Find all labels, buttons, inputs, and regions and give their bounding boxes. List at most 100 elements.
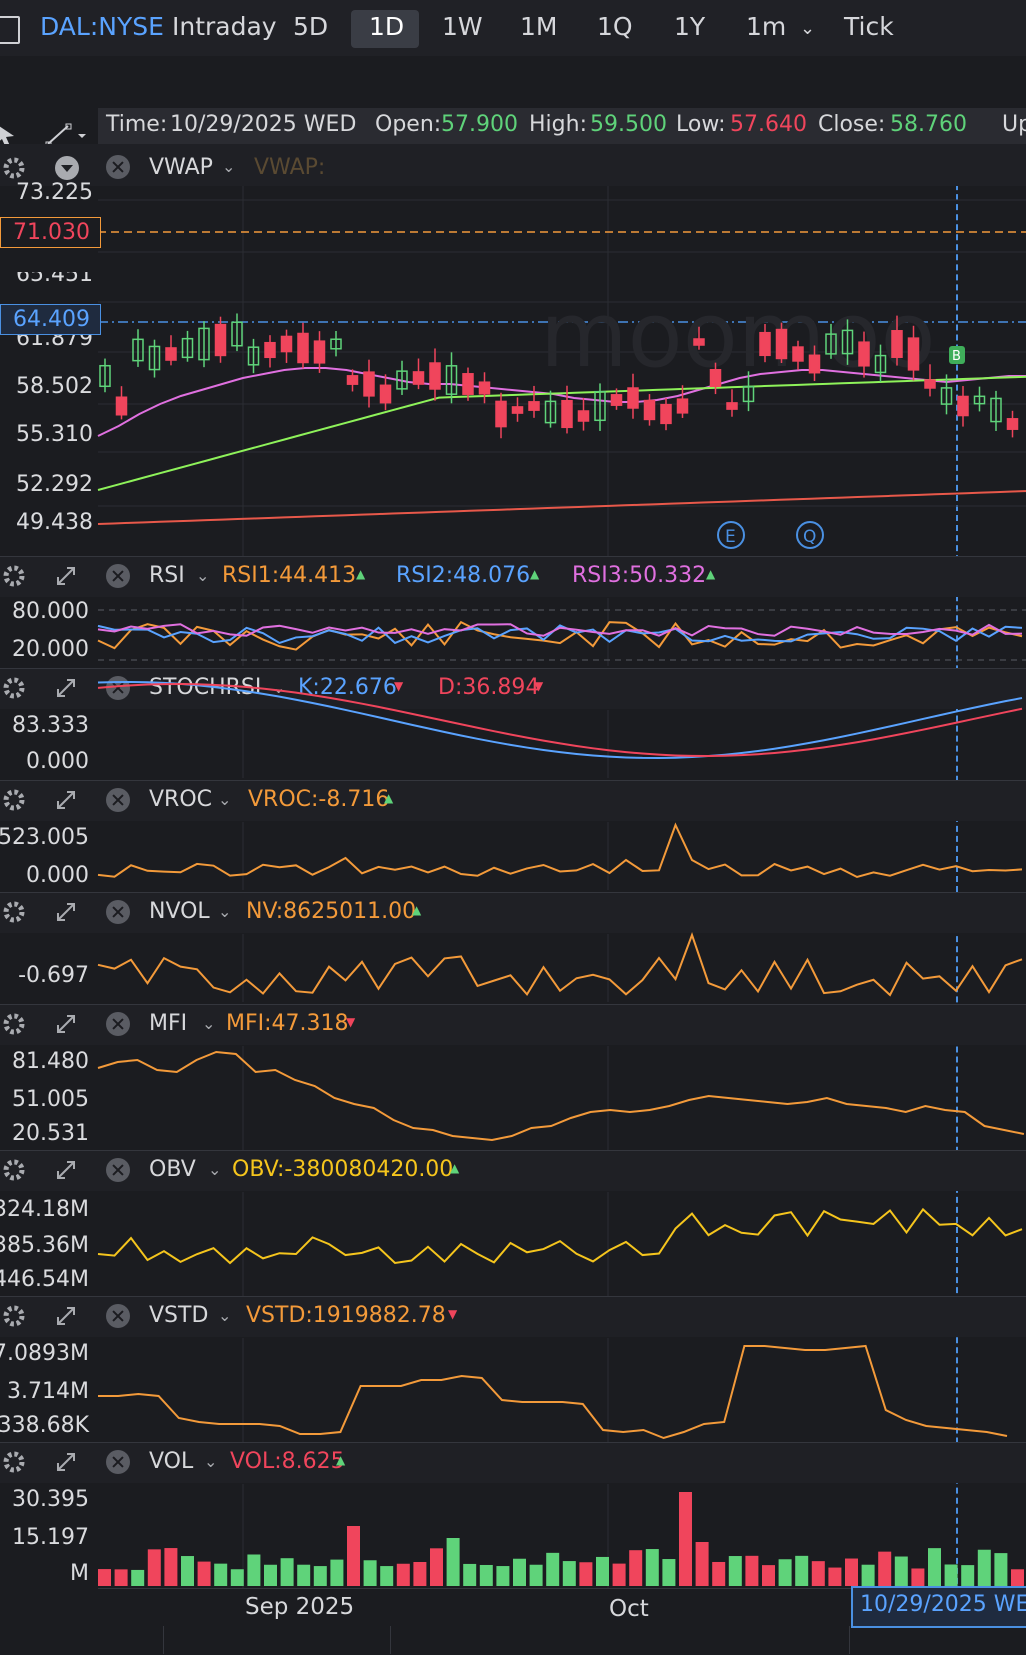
candle[interactable] bbox=[346, 375, 359, 385]
candle[interactable] bbox=[627, 387, 639, 409]
candle[interactable] bbox=[643, 399, 656, 421]
candle[interactable] bbox=[115, 396, 128, 416]
gear-icon[interactable] bbox=[2, 900, 26, 924]
candle[interactable] bbox=[660, 403, 672, 425]
candle[interactable] bbox=[792, 346, 804, 362]
volume-bar[interactable] bbox=[878, 1551, 892, 1586]
candle[interactable] bbox=[561, 399, 573, 429]
volume-bar[interactable] bbox=[612, 1563, 626, 1586]
volume-bar[interactable] bbox=[363, 1560, 377, 1586]
earnings-marker[interactable]: E bbox=[717, 521, 745, 549]
volume-bar[interactable] bbox=[596, 1556, 609, 1586]
volume-bar[interactable] bbox=[496, 1566, 510, 1586]
volume-bar[interactable] bbox=[1011, 1569, 1024, 1586]
volume-bar[interactable] bbox=[928, 1548, 941, 1586]
gear-icon[interactable] bbox=[2, 1012, 26, 1036]
volume-bar[interactable] bbox=[861, 1564, 875, 1586]
volume-bar[interactable] bbox=[297, 1564, 311, 1586]
candle[interactable] bbox=[462, 373, 474, 395]
chevron-down-icon[interactable]: ⌄ bbox=[272, 678, 285, 697]
chevron-down-icon[interactable]: ⌄ bbox=[800, 18, 815, 39]
candle[interactable] bbox=[907, 337, 920, 371]
volume-bar[interactable] bbox=[181, 1556, 194, 1586]
volume-bar[interactable] bbox=[629, 1550, 643, 1586]
volume-bar[interactable] bbox=[313, 1566, 327, 1586]
chevron-down-icon[interactable]: ⌄ bbox=[218, 902, 231, 921]
volume-bar[interactable] bbox=[579, 1562, 593, 1586]
expand-icon[interactable] bbox=[54, 564, 78, 588]
collapse-toggle-icon[interactable] bbox=[54, 155, 80, 181]
indicator-name-obv[interactable]: OBV bbox=[149, 1157, 196, 1182]
candle[interactable] bbox=[429, 362, 441, 390]
volume-bar[interactable] bbox=[546, 1552, 560, 1586]
volume-bar[interactable] bbox=[662, 1559, 676, 1586]
volume-bar[interactable] bbox=[98, 1569, 111, 1586]
volume-bar[interactable] bbox=[197, 1561, 211, 1586]
candle[interactable] bbox=[693, 338, 705, 346]
volume-bar[interactable] bbox=[430, 1548, 443, 1586]
gear-icon[interactable] bbox=[2, 788, 26, 812]
gear-icon[interactable] bbox=[2, 1304, 26, 1328]
chevron-down-icon[interactable]: ⌄ bbox=[218, 1306, 231, 1325]
volume-bar[interactable] bbox=[529, 1564, 543, 1586]
period-5d[interactable]: 5D bbox=[293, 12, 328, 41]
volume-bar[interactable] bbox=[811, 1561, 825, 1586]
volume-bar[interactable] bbox=[795, 1555, 809, 1586]
symbol-label[interactable]: DAL:NYSE bbox=[40, 12, 164, 41]
candle[interactable] bbox=[495, 400, 507, 428]
vol-chart[interactable] bbox=[98, 1484, 1026, 1588]
volume-bar[interactable] bbox=[264, 1564, 277, 1586]
candle[interactable] bbox=[858, 341, 870, 367]
volume-bar[interactable] bbox=[230, 1569, 244, 1586]
candle[interactable] bbox=[610, 394, 623, 406]
vstd-chart[interactable] bbox=[98, 1338, 1026, 1442]
rsi-chart[interactable] bbox=[97, 598, 1026, 666]
period-1m[interactable]: 1M bbox=[520, 12, 557, 41]
gear-icon[interactable] bbox=[2, 1158, 26, 1182]
period-1q[interactable]: 1Q bbox=[597, 12, 633, 41]
indicator-name-vstd[interactable]: VSTD bbox=[149, 1303, 208, 1328]
candle[interactable] bbox=[214, 323, 227, 357]
volume-bar[interactable] bbox=[961, 1565, 975, 1586]
volume-bar[interactable] bbox=[280, 1558, 294, 1586]
volume-bar[interactable] bbox=[147, 1549, 161, 1586]
volume-bar[interactable] bbox=[247, 1554, 261, 1586]
nvol-chart[interactable] bbox=[97, 932, 1026, 1002]
volume-bar[interactable] bbox=[778, 1559, 792, 1586]
volume-bar[interactable] bbox=[944, 1564, 958, 1586]
period-1d[interactable]: 1D bbox=[369, 12, 404, 41]
mfi-chart[interactable] bbox=[97, 1046, 1026, 1150]
stochrsi-chart[interactable] bbox=[97, 681, 1026, 778]
volume-bar[interactable] bbox=[695, 1542, 709, 1586]
chevron-down-icon[interactable]: ⌄ bbox=[222, 157, 235, 176]
chevron-down-icon[interactable]: ⌄ bbox=[204, 1452, 217, 1471]
candle[interactable] bbox=[808, 354, 821, 374]
volume-bar[interactable] bbox=[645, 1549, 659, 1586]
volume-bar[interactable] bbox=[745, 1555, 759, 1586]
candle[interactable] bbox=[313, 340, 326, 364]
volume-bar[interactable] bbox=[845, 1558, 858, 1586]
watchlist-toggle-icon[interactable] bbox=[0, 16, 20, 44]
interval-select[interactable]: 1m bbox=[746, 12, 786, 41]
close-indicator-icon[interactable] bbox=[106, 155, 130, 179]
candle[interactable] bbox=[577, 410, 590, 422]
candle[interactable] bbox=[379, 384, 392, 404]
close-indicator-icon[interactable] bbox=[106, 1158, 130, 1182]
obv-chart[interactable] bbox=[97, 1192, 1026, 1296]
volume-bar[interactable] bbox=[380, 1566, 394, 1586]
volume-bar[interactable] bbox=[446, 1538, 460, 1586]
candle[interactable] bbox=[511, 406, 524, 414]
candle[interactable] bbox=[297, 332, 309, 364]
volume-bar[interactable] bbox=[828, 1567, 842, 1586]
volume-bar[interactable] bbox=[994, 1553, 1008, 1586]
volume-bar[interactable] bbox=[762, 1565, 775, 1586]
expand-icon[interactable] bbox=[54, 900, 78, 924]
indicator-name-vwap[interactable]: VWAP bbox=[149, 155, 213, 180]
indicator-name-vroc[interactable]: VROC bbox=[149, 787, 212, 812]
candle[interactable] bbox=[709, 369, 722, 387]
volume-bar[interactable] bbox=[479, 1564, 493, 1586]
close-indicator-icon[interactable] bbox=[106, 1450, 130, 1474]
chevron-down-icon[interactable]: ⌄ bbox=[202, 1014, 215, 1033]
indicator-name-mfi[interactable]: MFI bbox=[149, 1011, 187, 1036]
gear-icon[interactable] bbox=[2, 676, 26, 700]
